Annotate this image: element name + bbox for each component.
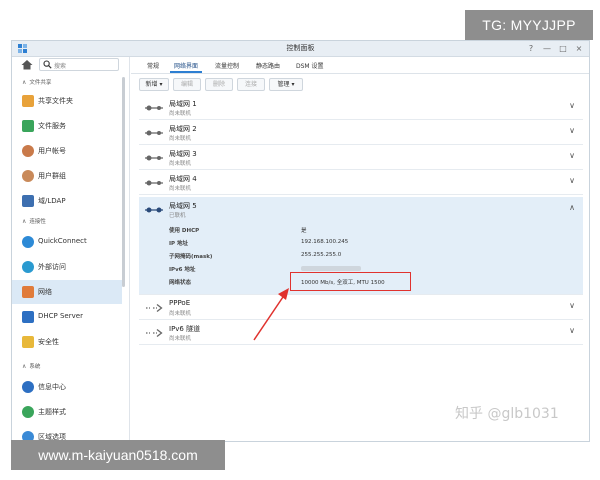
sidebar-item-info-center[interactable]: 信息中心 xyxy=(12,375,122,399)
pppoe-icon xyxy=(146,303,163,313)
chevron-down-icon[interactable]: ∨ xyxy=(569,151,575,160)
chevron-down-icon[interactable]: ∨ xyxy=(569,301,575,310)
interface-row-lan4[interactable]: 局域网 4 尚未联机 ∨ xyxy=(139,170,583,195)
dhcp-value: 是 xyxy=(301,228,307,234)
interface-row-lan1[interactable]: 局域网 1 尚未联机 ∨ xyxy=(139,95,583,120)
tab-traffic-control[interactable]: 流量控制 xyxy=(215,61,239,70)
quickconnect-icon xyxy=(22,236,34,248)
watermark-top: TG: MYYJJPP xyxy=(465,10,593,40)
shield-icon xyxy=(22,336,34,348)
lan-icon xyxy=(145,130,163,136)
help-icon[interactable]: ? xyxy=(526,43,536,54)
section-file-sharing[interactable]: ∧ 文件共享 xyxy=(22,78,51,86)
chevron-up-icon[interactable]: ∧ xyxy=(569,203,575,212)
sidebar-item-domain-ldap[interactable]: 域/LDAP xyxy=(12,189,122,213)
edit-button[interactable]: 编辑 xyxy=(173,78,201,91)
page: TG: MYYJJPP 控制面板 ? — □ × 搜索 ∧ 文件共享 共享文件夹… xyxy=(0,0,600,480)
ipv6-value-blurred xyxy=(301,266,361,271)
maximize-icon[interactable]: □ xyxy=(558,43,568,54)
sidebar-item-quickconnect[interactable]: QuickConnect xyxy=(12,230,122,254)
lan-connected-icon xyxy=(145,207,163,213)
close-icon[interactable]: × xyxy=(574,43,584,54)
network-status-label: 网络状态 xyxy=(169,280,192,286)
watermark-bottom: www.m-kaiyuan0518.com xyxy=(11,440,225,470)
chevron-down-icon[interactable]: ∨ xyxy=(569,176,575,185)
sidebar-item-dhcp-server[interactable]: DHCP Server xyxy=(12,305,122,329)
search-icon xyxy=(43,60,52,69)
sidebar-item-network[interactable]: 网络 xyxy=(12,280,122,304)
user-icon xyxy=(22,145,34,157)
delete-button[interactable]: 删除 xyxy=(205,78,233,91)
title-bar: 控制面板 ? — □ × xyxy=(12,41,589,57)
minimize-icon[interactable]: — xyxy=(542,43,552,54)
window-title: 控制面板 xyxy=(286,44,315,52)
manage-button[interactable]: 管理 ▾ xyxy=(269,78,303,91)
search-placeholder: 搜索 xyxy=(54,63,67,70)
main-panel: 常规 网络界面 流量控制 静态路由 DSM 设置 新增 ▾ 编辑 删除 连接 管… xyxy=(131,57,589,441)
lan-icon xyxy=(145,155,163,161)
search-input[interactable]: 搜索 xyxy=(39,58,119,71)
sidebar-item-theme[interactable]: 主题样式 xyxy=(12,400,122,424)
interface-row-ipv6-tunnel[interactable]: IPv6 隧道 尚未联机 ∨ xyxy=(139,320,583,345)
mask-value: 255.255.255.0 xyxy=(301,252,342,258)
sidebar-item-shared-folder[interactable]: 共享文件夹 xyxy=(12,89,122,113)
create-button[interactable]: 新增 ▾ xyxy=(139,78,169,91)
tab-static-route[interactable]: 静态路由 xyxy=(256,61,280,70)
section-system[interactable]: ∧ 系统 xyxy=(22,362,40,370)
tunnel-icon xyxy=(146,328,163,338)
tab-bar: 常规 网络界面 流量控制 静态路由 DSM 设置 xyxy=(131,57,589,74)
tab-general[interactable]: 常规 xyxy=(147,61,159,70)
theme-icon xyxy=(22,406,34,418)
sidebar: 搜索 ∧ 文件共享 共享文件夹 文件服务 用户帐号 用户群组 域/LDAP ∧ … xyxy=(12,57,130,441)
sidebar-scrollbar[interactable] xyxy=(122,77,125,287)
sidebar-item-security[interactable]: 安全性 xyxy=(12,330,122,354)
interface-row-pppoe[interactable]: PPPoE 尚未联机 ∨ xyxy=(139,295,583,320)
tab-network-interface[interactable]: 网络界面 xyxy=(169,61,203,73)
group-icon xyxy=(22,170,34,182)
lan-icon xyxy=(145,105,163,111)
mask-label: 子网掩码(mask) xyxy=(169,254,213,260)
ip-value: 192.168.100.245 xyxy=(301,239,349,245)
home-icon[interactable] xyxy=(20,58,34,71)
sidebar-item-group[interactable]: 用户群组 xyxy=(12,164,122,188)
dhcp-label: 使用 DHCP xyxy=(169,228,200,234)
chevron-down-icon[interactable]: ∨ xyxy=(569,101,575,110)
sidebar-item-user[interactable]: 用户帐号 xyxy=(12,139,122,163)
sidebar-item-external-access[interactable]: 外部访问 xyxy=(12,255,122,279)
ip-label: IP 地址 xyxy=(169,241,188,247)
folder-icon xyxy=(22,95,34,107)
network-home-icon xyxy=(22,286,34,298)
section-connectivity[interactable]: ∧ 连接性 xyxy=(22,217,46,225)
info-icon xyxy=(22,381,34,393)
tab-dsm-settings[interactable]: DSM 设置 xyxy=(296,61,324,70)
ipv6-label: IPv6 地址 xyxy=(169,267,196,273)
connect-button[interactable]: 连接 xyxy=(237,78,265,91)
dhcp-icon xyxy=(22,311,34,323)
domain-icon xyxy=(22,195,34,207)
sidebar-item-file-services[interactable]: 文件服务 xyxy=(12,114,122,138)
control-panel-window: 控制面板 ? — □ × 搜索 ∧ 文件共享 共享文件夹 文件服务 用户帐号 用… xyxy=(11,40,590,442)
interface-row-lan2[interactable]: 局域网 2 尚未联机 ∨ xyxy=(139,120,583,145)
chevron-down-icon[interactable]: ∨ xyxy=(569,326,575,335)
network-status-highlight xyxy=(290,272,411,291)
watermark-zhihu: 知乎 @glb1031 xyxy=(455,406,559,422)
file-services-icon xyxy=(22,120,34,132)
globe-icon xyxy=(22,261,34,273)
interface-row-lan3[interactable]: 局域网 3 尚未联机 ∨ xyxy=(139,145,583,170)
lan-icon xyxy=(145,180,163,186)
chevron-down-icon[interactable]: ∨ xyxy=(569,126,575,135)
